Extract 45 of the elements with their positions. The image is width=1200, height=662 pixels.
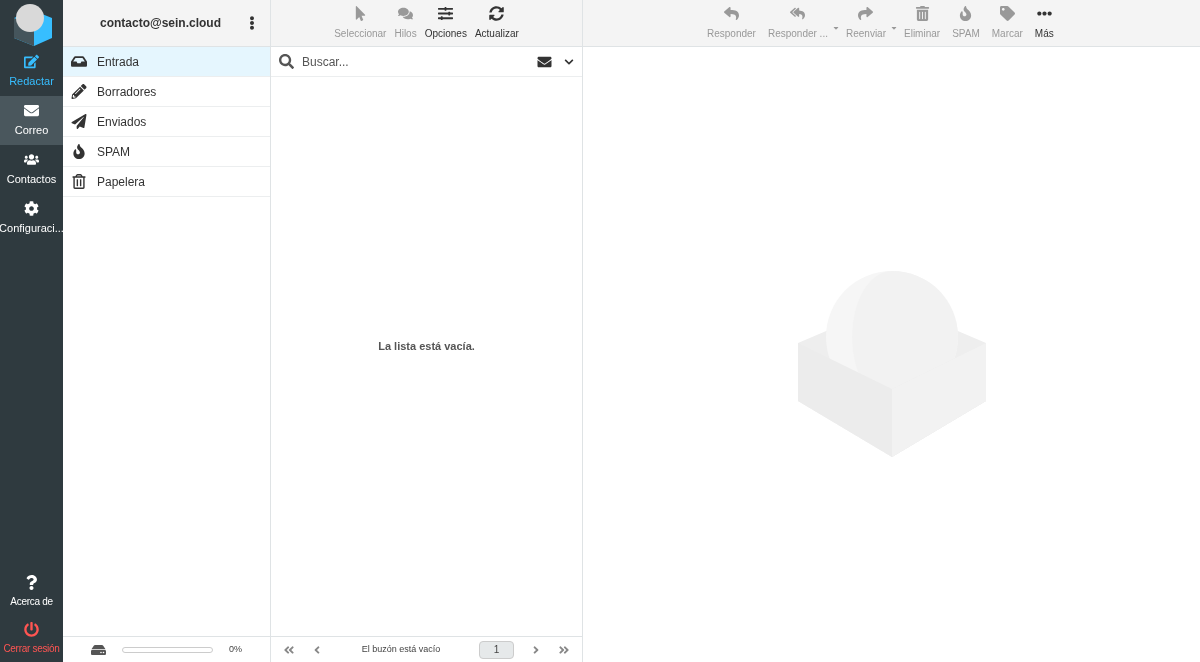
page-number[interactable]: 1 (479, 640, 514, 659)
folder-item[interactable]: Papelera (63, 167, 270, 197)
refresh-icon (489, 5, 505, 21)
quota-reading: 0% (229, 642, 242, 656)
nav-item[interactable]: Redactar (0, 47, 63, 96)
reply-icon (723, 5, 739, 21)
power-icon (24, 621, 39, 637)
nav-item[interactable]: Configuraci... (0, 194, 63, 243)
tag-icon (999, 5, 1015, 21)
chevron-down-icon[interactable] (564, 56, 574, 67)
nav-item[interactable]: Cerrar sesión (0, 615, 63, 662)
question-icon (24, 574, 39, 590)
flame-icon (71, 144, 87, 159)
reply-all-icon (790, 5, 806, 21)
nav-item[interactable]: Acerca de (0, 568, 63, 615)
people-icon (24, 151, 39, 167)
toolbar-button[interactable]: Actualizar (472, 5, 521, 41)
speech-bubbles-icon (398, 5, 414, 21)
compose-icon (24, 53, 39, 69)
search-field[interactable]: Buscar... (302, 52, 529, 71)
search-icon (279, 54, 294, 69)
account-name: contacto@sein.cloud (98, 15, 223, 32)
pencil-icon (71, 84, 87, 99)
flame-icon (958, 5, 974, 21)
pager-status: El buzón está vacío (360, 642, 442, 656)
envelope-icon[interactable] (537, 54, 552, 69)
empty-list-message: La lista está vacía. (378, 339, 475, 355)
envelope-icon (24, 102, 39, 118)
forward-icon (858, 5, 874, 21)
settings-icon (24, 200, 39, 216)
inbox-icon (71, 54, 87, 69)
last-page-icon[interactable] (558, 643, 570, 656)
toolbar-button[interactable]: Más (1032, 5, 1056, 41)
trash-icon (914, 5, 930, 21)
folder-item[interactable]: Entrada (63, 47, 270, 77)
trash-icon (71, 174, 87, 189)
nav-item[interactable]: Contactos (0, 145, 63, 194)
toolbar-button[interactable]: Opciones (422, 5, 469, 41)
paper-plane-icon (71, 114, 87, 129)
folder-item[interactable]: SPAM (63, 137, 270, 167)
nav-item[interactable]: Correo (0, 96, 63, 145)
sliders-icon (438, 5, 454, 21)
first-page-icon[interactable] (283, 643, 295, 656)
folder-item[interactable]: Enviados (63, 107, 270, 137)
folder-item[interactable]: Borradores (63, 77, 270, 107)
